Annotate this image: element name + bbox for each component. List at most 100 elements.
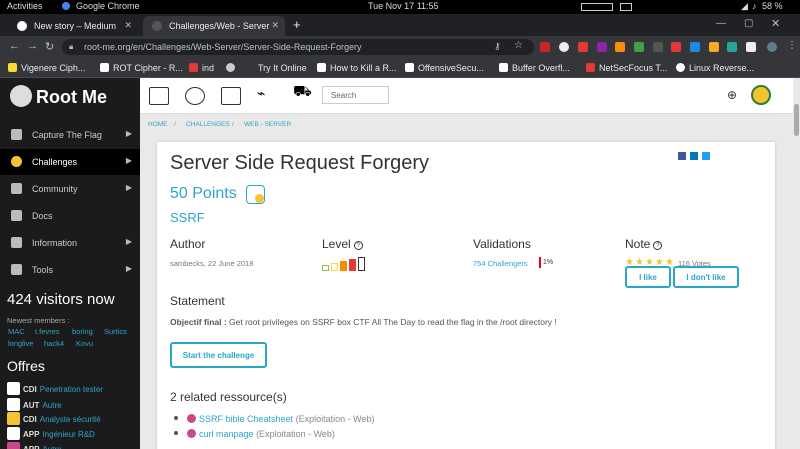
start-challenge-button[interactable]: Start the challenge	[170, 342, 267, 368]
like-button[interactable]: I like	[625, 266, 671, 288]
scrollbar-thumb[interactable]	[794, 104, 799, 136]
extension-icon[interactable]	[746, 42, 756, 52]
extension-icon[interactable]	[597, 42, 607, 52]
chrome-app-icon	[62, 1, 70, 11]
clock[interactable]: Tue Nov 17 11:55	[368, 1, 439, 11]
extension-icon[interactable]	[559, 42, 569, 52]
member-link[interactable]: MAC	[8, 327, 25, 336]
facebook-share-icon[interactable]	[678, 152, 686, 160]
url-input[interactable]: 🔒︎ root-me.org/en/Challenges/Web-Server/…	[62, 39, 534, 55]
validations-link[interactable]: 754 Challengers	[473, 259, 528, 268]
twitter-share-icon[interactable]	[702, 152, 710, 160]
key-icon[interactable]: ⚷	[494, 41, 501, 52]
close-tab-icon[interactable]: ✕	[271, 20, 279, 31]
search-input[interactable]: Search	[322, 86, 389, 104]
close-tab-icon[interactable]: ✕	[124, 20, 132, 31]
member-link[interactable]: t.fevres	[35, 327, 60, 336]
documents-icon[interactable]	[221, 87, 241, 105]
flag-icon	[11, 129, 22, 140]
offer-item[interactable]: CDI Analyste sécurité	[7, 412, 101, 425]
resource-item: SSRF bible Cheatsheet (Exploitation - We…	[174, 414, 374, 424]
tab-challenges[interactable]: Challenges/Web - Server ✕	[143, 16, 285, 36]
bookmark-item[interactable]: Buffer Overfl...	[499, 63, 570, 73]
bookmark-star-icon[interactable]: ☆	[514, 40, 523, 51]
member-link[interactable]: Surtics	[104, 327, 127, 336]
sidebar-item-label: Docs	[32, 211, 53, 221]
battery-status[interactable]: 58 %	[762, 1, 783, 11]
sidebar-item-docs[interactable]: Docs	[0, 203, 140, 229]
extension-icon[interactable]	[671, 42, 681, 52]
bookmark-item[interactable]: OffensiveSecu...	[405, 63, 484, 73]
system-top-bar: Activities Google Chrome Tue Nov 17 11:5…	[0, 0, 800, 14]
bookmark-item[interactable]: ROT Cipher - R...	[100, 63, 183, 73]
breadcrumb-web-server[interactable]: WEB - SERVER	[244, 121, 291, 128]
validation-rate: 1%	[543, 259, 554, 266]
wifi-icon: ◢	[741, 1, 748, 11]
extension-icon[interactable]	[690, 42, 700, 52]
challenge-title: Server Side Request Forgery	[170, 152, 430, 174]
member-link[interactable]: boring	[72, 327, 93, 336]
back-icon[interactable]: ←	[9, 40, 20, 52]
extension-icon[interactable]	[634, 42, 644, 52]
resource-link[interactable]: curl manpage	[199, 429, 254, 439]
extension-icon[interactable]	[727, 42, 737, 52]
bookmark-item[interactable]: Try It Online	[245, 63, 307, 73]
tab-medium[interactable]: New story – Medium ✕	[8, 16, 138, 36]
sidebar-item-community[interactable]: Community ▶	[0, 176, 140, 202]
bookmark-item[interactable]: Linux Reverse...	[676, 63, 754, 73]
resource-link[interactable]: SSRF bible Cheatsheet	[199, 414, 293, 424]
breadcrumb-home[interactable]: HOME	[148, 121, 168, 128]
offer-item[interactable]: APPAutre	[7, 442, 62, 449]
signal-icon[interactable]: ⌁	[257, 85, 277, 103]
extension-icon[interactable]	[615, 42, 625, 52]
ctf-server-icon[interactable]	[185, 87, 205, 105]
member-link[interactable]: longlive	[8, 339, 33, 348]
bookmark-item[interactable]: Vigenere Ciph...	[8, 63, 85, 73]
globe-icon[interactable]	[226, 63, 239, 73]
community-icon	[11, 183, 22, 194]
extension-icon[interactable]	[540, 42, 550, 52]
bookmark-item[interactable]: NetSecFocus T...	[586, 63, 667, 73]
extension-icon[interactable]	[578, 42, 588, 52]
minimize-icon[interactable]: —	[716, 18, 726, 29]
level-bar	[322, 265, 329, 271]
sidebar-item-information[interactable]: Information ▶	[0, 230, 140, 256]
new-tab-button[interactable]: +	[293, 17, 301, 32]
reload-icon[interactable]: ↻	[45, 40, 54, 53]
tab-strip: New story – Medium ✕ Challenges/Web - Se…	[0, 14, 800, 36]
close-window-icon[interactable]: ✕	[771, 17, 780, 30]
validation-rate-bar	[539, 257, 541, 268]
member-link[interactable]: Kovu	[76, 339, 93, 348]
cart-icon[interactable]: ⛟	[293, 83, 313, 101]
app-menu[interactable]: Google Chrome	[76, 1, 140, 11]
sidebar-item-capture-the-flag[interactable]: Capture The Flag ▶	[0, 122, 140, 148]
company-logo-icon	[7, 412, 20, 425]
user-avatar[interactable]	[751, 85, 771, 105]
extension-icon[interactable]	[653, 42, 663, 52]
sidebar-item-challenges[interactable]: Challenges ▶	[0, 149, 140, 175]
forward-icon[interactable]: →	[27, 40, 38, 52]
activities-button[interactable]: Activities	[7, 1, 43, 11]
profile-avatar[interactable]	[767, 42, 777, 52]
offer-item[interactable]: AUT Autre	[7, 398, 62, 411]
company-logo-icon	[7, 427, 20, 440]
member-link[interactable]: hack4	[44, 339, 64, 348]
extension-icon[interactable]	[709, 42, 719, 52]
bookmark-item[interactable]: How to Kill a R...	[317, 63, 397, 73]
company-logo-icon	[7, 442, 20, 449]
linkedin-share-icon[interactable]	[690, 152, 698, 160]
menu-kebab-icon[interactable]: ⋮	[787, 40, 797, 51]
challenge-category[interactable]: SSRF	[170, 210, 205, 225]
maximize-icon[interactable]: ▢	[744, 18, 753, 29]
language-globe-icon[interactable]: ⊕	[727, 88, 737, 102]
level-bar	[358, 257, 365, 271]
breadcrumb-challenges[interactable]: CHALLENGES	[186, 121, 230, 128]
dislike-button[interactable]: I don't like	[673, 266, 739, 288]
tab-label: Challenges/Web - Server	[169, 21, 270, 31]
scoreboard-icon[interactable]	[149, 87, 169, 105]
rootme-logo[interactable]: Root Me	[6, 83, 136, 115]
sidebar-item-tools[interactable]: Tools ▶	[0, 257, 140, 283]
offer-item[interactable]: CDI Penetration tester	[7, 382, 103, 395]
bookmark-item[interactable]: ind	[189, 63, 214, 73]
offer-item[interactable]: APP Ingénieur R&D	[7, 427, 95, 440]
